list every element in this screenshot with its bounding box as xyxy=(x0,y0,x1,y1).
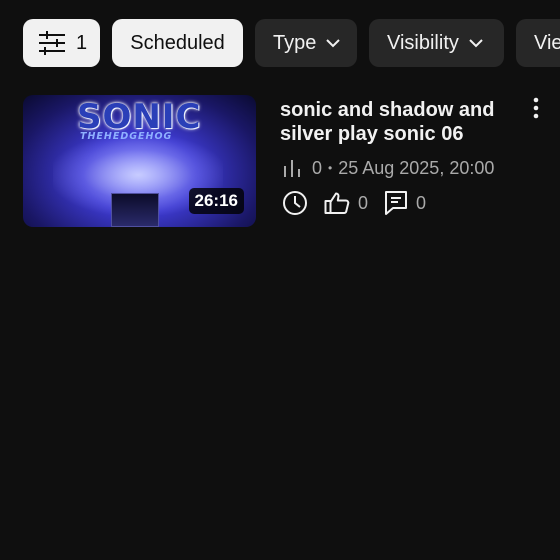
chip-visibility[interactable]: Visibility xyxy=(369,19,504,67)
like-count: 0 xyxy=(358,192,369,213)
chip-label: Vie xyxy=(534,31,560,54)
thumbnail-logo-sub: THEHEDGEHOG xyxy=(80,131,173,142)
chevron-down-icon xyxy=(469,38,483,48)
chip-views[interactable]: Vie xyxy=(516,19,560,67)
filter-button[interactable]: 1 xyxy=(23,19,100,67)
thumbs-up-icon xyxy=(324,191,350,215)
video-list-item[interactable]: SONIC THEHEDGEHOG 26:16 sonic and shadow… xyxy=(23,95,560,227)
video-thumbnail[interactable]: SONIC THEHEDGEHOG 26:16 xyxy=(23,95,256,227)
chip-label: Visibility xyxy=(387,31,459,54)
view-count: 0 xyxy=(312,157,323,178)
video-stats: 0 0 xyxy=(282,189,426,217)
clock-icon xyxy=(282,190,308,216)
chip-type[interactable]: Type xyxy=(255,19,357,67)
thumbnail-inset-image xyxy=(111,193,159,227)
filter-chip-bar: 1 Scheduled Type Visibility Vie xyxy=(23,19,560,67)
views-bars-icon xyxy=(282,158,302,178)
filter-count: 1 xyxy=(76,31,88,54)
chip-label: Type xyxy=(273,31,317,54)
more-vert-icon[interactable] xyxy=(528,97,544,121)
scheduled-date: 25 Aug 2025, 20:00 xyxy=(338,157,495,178)
chevron-down-icon xyxy=(326,38,341,48)
comment-count: 0 xyxy=(416,192,427,213)
comment-icon xyxy=(384,190,408,216)
filter-sliders-icon xyxy=(38,30,66,56)
chip-scheduled[interactable]: Scheduled xyxy=(112,19,243,67)
duration-badge: 26:16 xyxy=(188,188,244,214)
chip-label: Scheduled xyxy=(130,31,225,54)
separator-dot: • xyxy=(328,161,333,175)
video-meta: 0 • 25 Aug 2025, 20:00 xyxy=(282,155,494,181)
video-title[interactable]: sonic and shadow and silver play sonic 0… xyxy=(280,98,530,146)
